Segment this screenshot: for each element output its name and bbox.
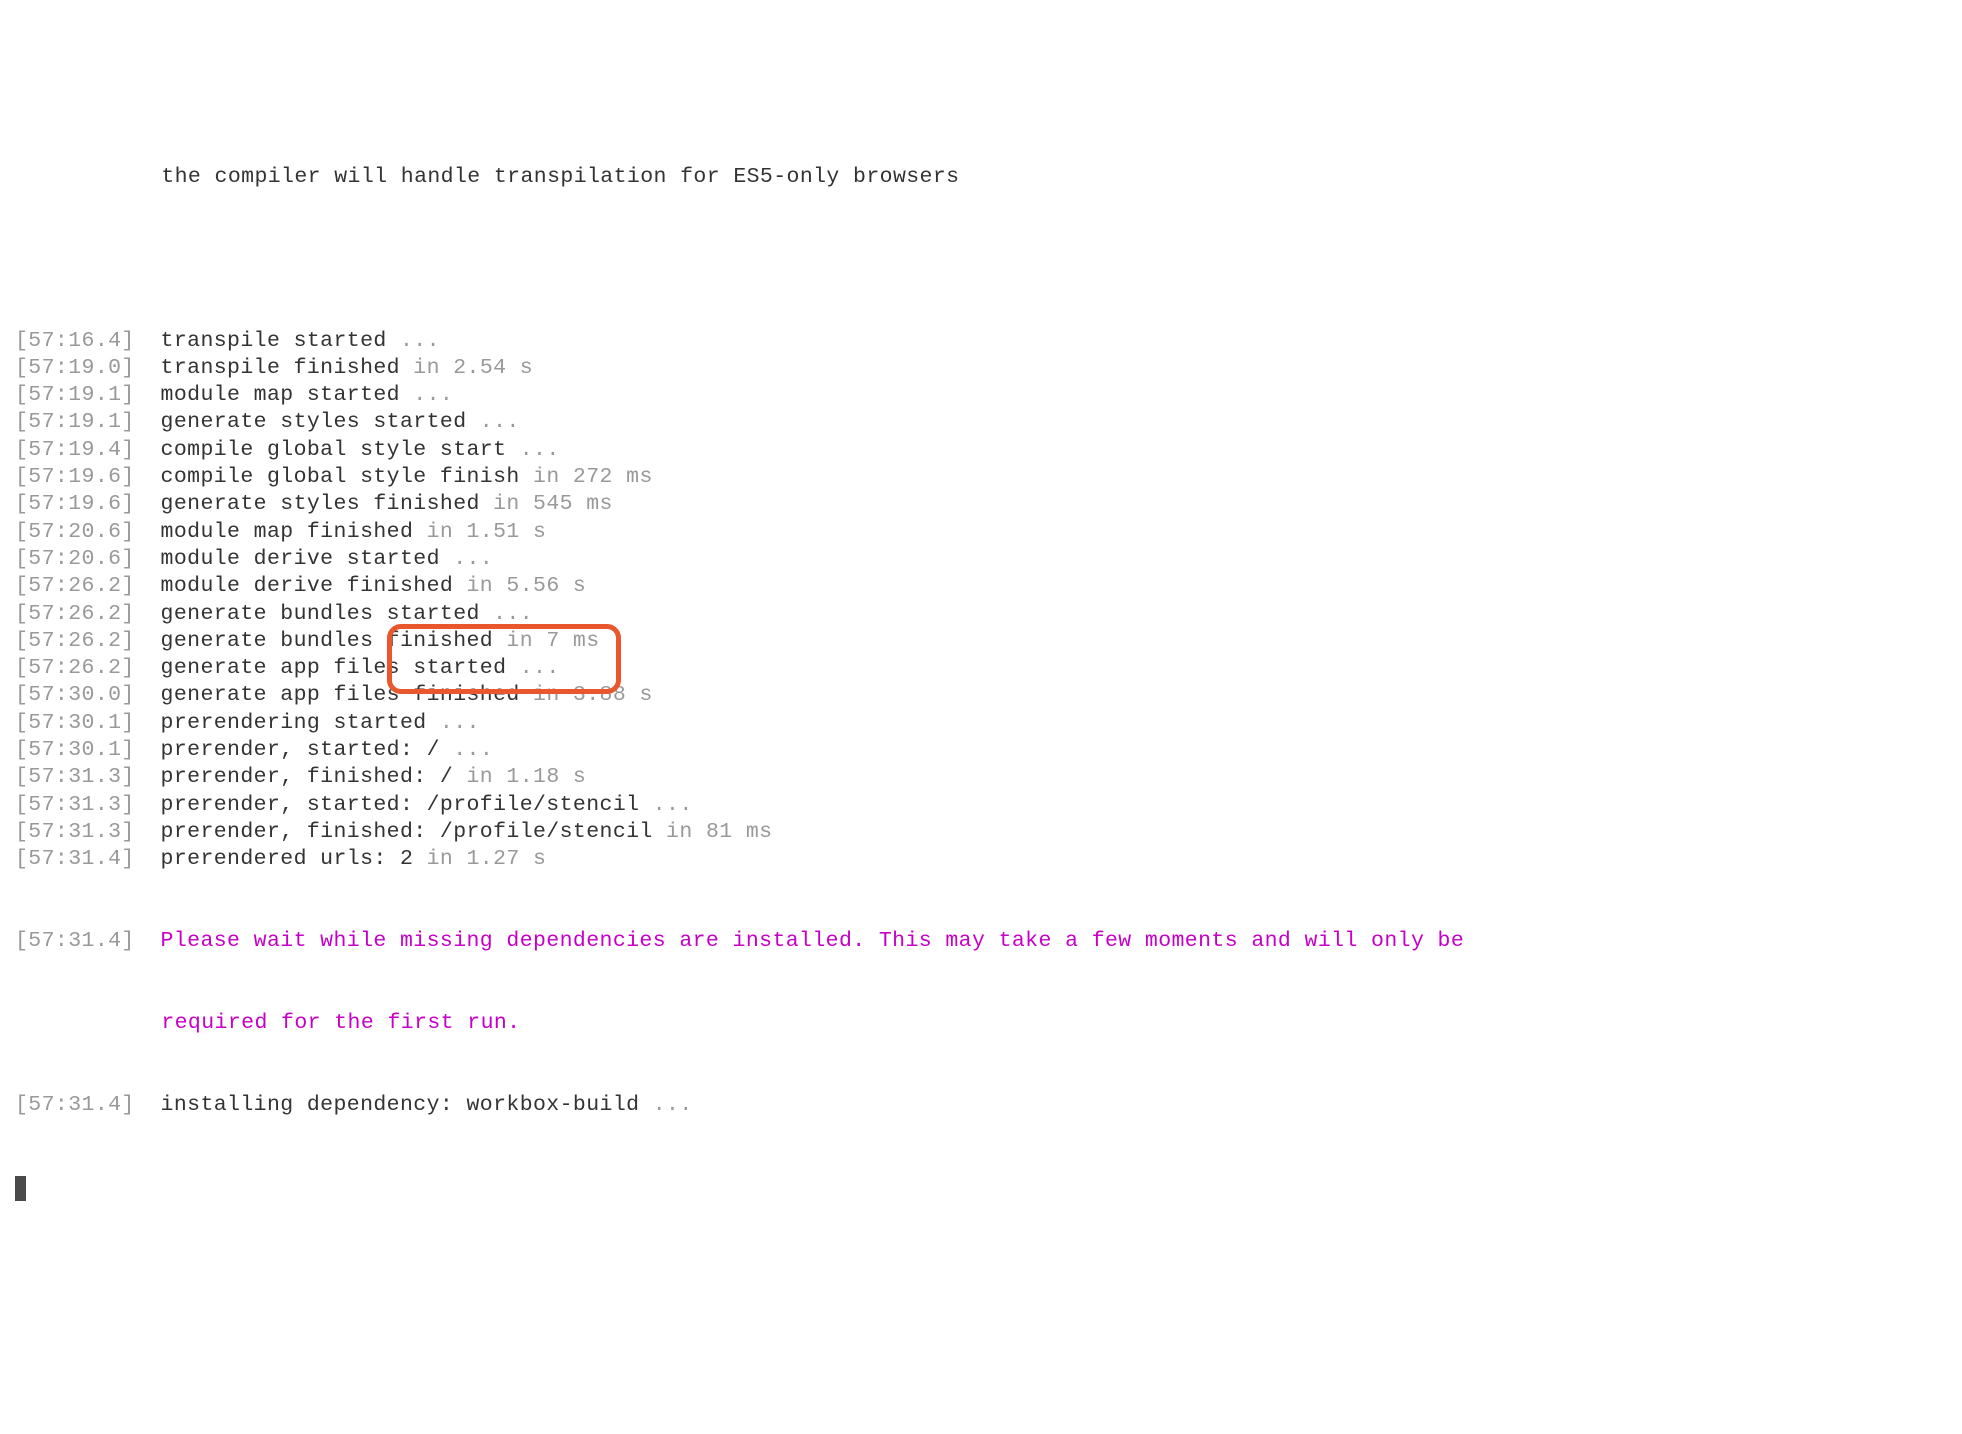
- log-line: [57:26.2] generate bundles started ...: [15, 601, 1947, 628]
- timestamp: [57:20.6]: [15, 520, 135, 544]
- log-line: [57:26.2] generate app files started ...: [15, 655, 1947, 682]
- log-tail: ...: [427, 711, 480, 735]
- log-message: transpile finished: [161, 356, 400, 380]
- log-line: [57:30.1] prerender, started: / ...: [15, 737, 1947, 764]
- log-tail: in 3.88 s: [520, 683, 653, 707]
- timestamp: [57:30.0]: [15, 683, 135, 707]
- log-message: compile global style finish: [161, 465, 520, 489]
- timestamp: [57:30.1]: [15, 738, 135, 762]
- intro-line: the compiler will handle transpilation f…: [15, 165, 959, 189]
- log-tail: ...: [506, 656, 559, 680]
- log-line: [57:20.6] module derive started ...: [15, 546, 1947, 573]
- log-tail: in 7 ms: [493, 629, 599, 653]
- timestamp: [57:31.4]: [15, 929, 135, 953]
- log-line: [57:19.1] module map started ...: [15, 382, 1947, 409]
- log-line: [57:26.2] generate bundles finished in 7…: [15, 628, 1947, 655]
- log-tail: ...: [440, 738, 493, 762]
- log-lines-container: [57:16.4] transpile started ...[57:19.0]…: [15, 328, 1947, 874]
- log-message: module derive started: [161, 547, 440, 571]
- timestamp: [57:26.2]: [15, 656, 135, 680]
- log-line: [57:20.6] module map finished in 1.51 s: [15, 519, 1947, 546]
- timestamp: [57:31.3]: [15, 793, 135, 817]
- install-msg: installing dependency: workbox-build: [161, 1093, 640, 1117]
- log-tail: ...: [440, 547, 493, 571]
- timestamp: [57:31.3]: [15, 765, 135, 789]
- log-line: [57:19.6] compile global style finish in…: [15, 464, 1947, 491]
- warn-line-1: [57:31.4] Please wait while missing depe…: [15, 928, 1947, 955]
- log-line: [57:31.3] prerender, started: /profile/s…: [15, 792, 1947, 819]
- timestamp: [57:20.6]: [15, 547, 135, 571]
- timestamp: [57:19.0]: [15, 356, 135, 380]
- terminal-output: the compiler will handle transpilation f…: [0, 109, 1962, 1243]
- timestamp: [57:19.1]: [15, 410, 135, 434]
- timestamp: [57:19.6]: [15, 465, 135, 489]
- timestamp: [57:26.2]: [15, 629, 135, 653]
- log-line: [57:16.4] transpile started ...: [15, 328, 1947, 355]
- timestamp: [57:16.4]: [15, 329, 135, 353]
- log-line: [57:19.6] generate styles finished in 54…: [15, 491, 1947, 518]
- log-tail: ...: [467, 410, 520, 434]
- log-tail: in 5.56 s: [453, 574, 586, 598]
- log-message: prerender, finished: /: [161, 765, 454, 789]
- log-line: [57:31.4] prerendered urls: 2 in 1.27 s: [15, 846, 1947, 873]
- log-line: [57:30.1] prerendering started ...: [15, 710, 1947, 737]
- install-line: [57:31.4] installing dependency: workbox…: [15, 1092, 1947, 1119]
- log-line: [57:26.2] module derive finished in 5.56…: [15, 573, 1947, 600]
- timestamp: [57:30.1]: [15, 711, 135, 735]
- log-line: [57:31.3] prerender, finished: /profile/…: [15, 819, 1947, 846]
- timestamp: [57:19.6]: [15, 492, 135, 516]
- log-tail: in 545 ms: [480, 492, 613, 516]
- log-line: [57:19.0] transpile finished in 2.54 s: [15, 355, 1947, 382]
- log-tail: in 1.27 s: [413, 847, 546, 871]
- log-message: generate app files finished: [161, 683, 520, 707]
- log-tail: ...: [387, 329, 440, 353]
- log-message: prerendered urls: 2: [161, 847, 414, 871]
- log-message: module map finished: [161, 520, 414, 544]
- log-message: prerender, finished: /profile/stencil: [161, 820, 653, 844]
- log-tail: in 1.51 s: [413, 520, 546, 544]
- log-line: [57:19.4] compile global style start ...: [15, 437, 1947, 464]
- timestamp: [57:31.4]: [15, 1093, 135, 1117]
- log-message: generate bundles started: [161, 602, 480, 626]
- warn-text-1: Please wait while missing dependencies a…: [161, 929, 1465, 953]
- install-tail: ...: [639, 1093, 692, 1117]
- log-tail: ...: [639, 793, 692, 817]
- timestamp: [57:31.3]: [15, 820, 135, 844]
- log-message: prerender, started: /profile/stencil: [161, 793, 640, 817]
- log-message: transpile started: [161, 329, 387, 353]
- log-tail: in 2.54 s: [400, 356, 533, 380]
- log-message: module derive finished: [161, 574, 454, 598]
- warn-line-2: required for the first run.: [15, 1010, 1947, 1037]
- timestamp: [57:19.1]: [15, 383, 135, 407]
- warn-text-2: required for the first run.: [15, 1011, 520, 1035]
- log-message: compile global style start: [161, 438, 507, 462]
- timestamp: [57:19.4]: [15, 438, 135, 462]
- log-tail: ...: [480, 602, 533, 626]
- log-tail: in 81 ms: [653, 820, 773, 844]
- log-line: [57:30.0] generate app files finished in…: [15, 682, 1947, 709]
- cursor-block: [15, 1176, 26, 1201]
- log-message: generate styles started: [161, 410, 467, 434]
- log-line: [57:31.3] prerender, finished: / in 1.18…: [15, 764, 1947, 791]
- log-message: generate styles finished: [161, 492, 480, 516]
- timestamp: [57:26.2]: [15, 602, 135, 626]
- log-tail: ...: [506, 438, 559, 462]
- log-line: [57:19.1] generate styles started ...: [15, 409, 1947, 436]
- log-tail: in 272 ms: [520, 465, 653, 489]
- log-message: generate bundles finished: [161, 629, 494, 653]
- timestamp: [57:31.4]: [15, 847, 135, 871]
- log-message: prerendering started: [161, 711, 427, 735]
- log-message: prerender, started: /: [161, 738, 440, 762]
- timestamp: [57:26.2]: [15, 574, 135, 598]
- log-message: generate app files started: [161, 656, 507, 680]
- log-message: module map started: [161, 383, 400, 407]
- log-tail: ...: [400, 383, 453, 407]
- log-tail: in 1.18 s: [453, 765, 586, 789]
